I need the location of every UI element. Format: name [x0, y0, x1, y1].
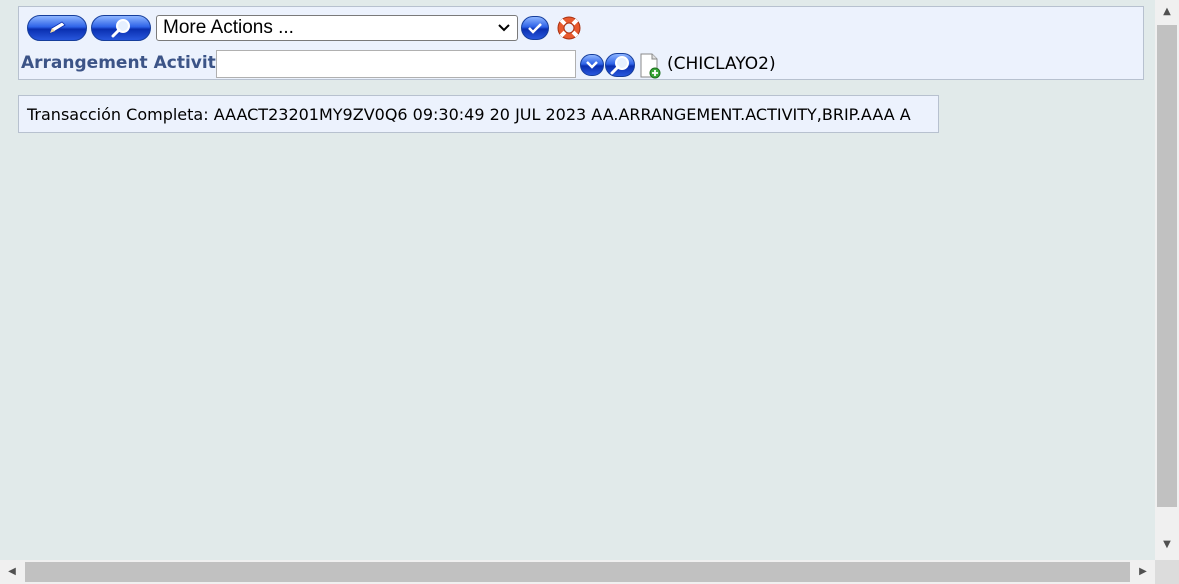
new-record-button[interactable]: [639, 53, 661, 79]
search-button[interactable]: [605, 53, 635, 77]
help-button[interactable]: [556, 15, 582, 41]
more-actions-value: More Actions ...: [163, 17, 294, 38]
transaction-complete-message: Transacción Completa: AAACT23201MY9ZV0Q6…: [18, 95, 939, 133]
arrangement-activity-input[interactable]: [216, 50, 576, 78]
toolbar-panel: More Actions ... Arrangement Activity (C…: [18, 6, 1144, 80]
magnifier-icon: [111, 19, 130, 38]
view-button[interactable]: [91, 15, 151, 41]
horizontal-scrollbar[interactable]: ◀ ▶: [0, 560, 1155, 584]
scrollbar-corner: [1155, 560, 1179, 584]
scroll-right-arrow-icon[interactable]: ▶: [1133, 560, 1153, 584]
horizontal-scroll-thumb[interactable]: [25, 562, 1130, 582]
chevron-down-icon: [497, 16, 511, 47]
scroll-down-arrow-icon[interactable]: ▼: [1155, 535, 1179, 555]
new-document-icon: [640, 53, 661, 79]
checkmark-icon: [528, 23, 542, 34]
magnifier-icon: [610, 56, 629, 75]
more-actions-select[interactable]: More Actions ...: [156, 15, 518, 41]
vertical-scrollbar[interactable]: ▲ ▼: [1155, 0, 1179, 560]
vertical-scroll-thumb[interactable]: [1157, 25, 1177, 507]
dropdown-button[interactable]: [580, 54, 604, 76]
commit-button[interactable]: [521, 16, 549, 40]
scroll-up-arrow-icon[interactable]: ▲: [1155, 2, 1179, 22]
chevron-down-icon: [586, 61, 598, 69]
edit-button[interactable]: [27, 15, 87, 41]
company-code: (CHICLAYO2): [667, 54, 776, 74]
pencil-icon: [49, 21, 66, 34]
lifebuoy-icon: [557, 16, 581, 40]
scroll-left-arrow-icon[interactable]: ◀: [2, 560, 22, 584]
arrangement-activity-label: Arrangement Activity: [21, 53, 227, 73]
